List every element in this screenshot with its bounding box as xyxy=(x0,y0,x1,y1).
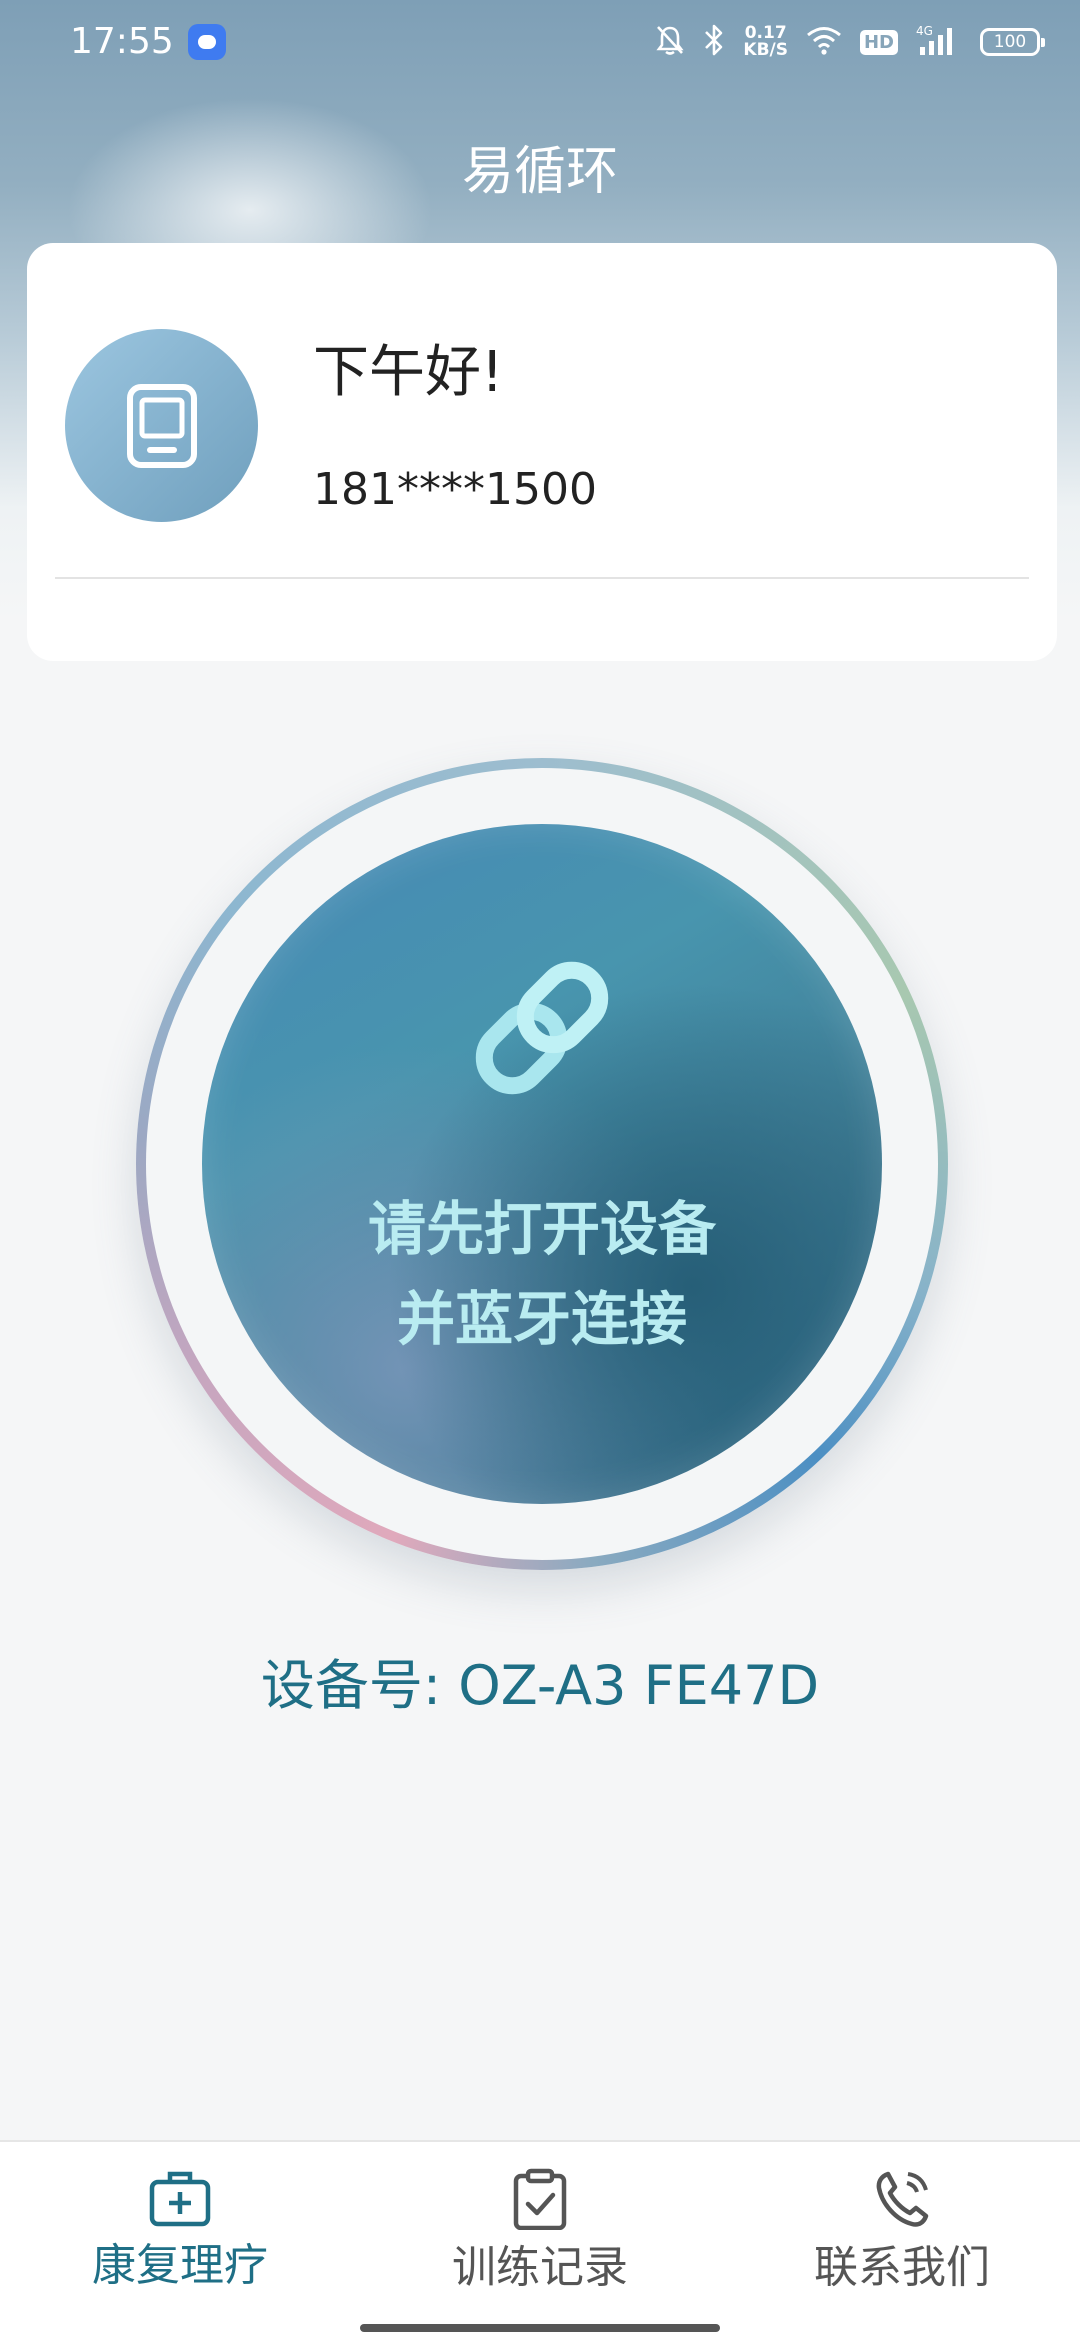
clipboard-check-icon xyxy=(513,2168,567,2230)
nav-label-rehab-therapy: 康复理疗 xyxy=(92,2240,268,2291)
card-divider xyxy=(55,577,1029,579)
avatar[interactable] xyxy=(65,329,258,522)
connect-button[interactable] xyxy=(202,824,882,1504)
device-number-label: 设备号: xyxy=(260,1654,442,1717)
phone-number: 181****1500 xyxy=(313,464,597,515)
link-icon xyxy=(475,961,609,1095)
connect-instruction: 请先打开设备 并蓝牙连接 xyxy=(202,1184,882,1364)
wifi-icon xyxy=(806,25,842,59)
phone-icon xyxy=(876,2171,929,2227)
connect-instruction-line-2: 并蓝牙连接 xyxy=(396,1285,687,1353)
status-icons: 0.17 KB/S HD 4G 100 xyxy=(655,18,1045,66)
network-speed-unit: KB/S xyxy=(743,40,788,60)
cloud-app-icon xyxy=(188,24,226,60)
device-icon xyxy=(126,383,197,468)
status-bar: 17:55 0.17 KB/S HD 4G 100 xyxy=(0,0,1080,84)
cellular-signal-icon: 4G xyxy=(916,23,962,61)
status-time: 17:55 xyxy=(70,21,174,62)
bluetooth-icon xyxy=(703,23,725,61)
device-number: 设备号: OZ-A3 FE47D xyxy=(0,1650,1080,1722)
mute-bell-icon xyxy=(655,24,685,60)
home-indicator[interactable] xyxy=(360,2324,720,2332)
nav-label-contact-us: 联系我们 xyxy=(814,2242,990,2293)
greeting-text: 下午好! xyxy=(313,340,504,405)
nav-tab-training-records[interactable]: 训练记录 xyxy=(390,2156,690,2306)
device-number-value: OZ-A3 FE47D xyxy=(458,1654,820,1717)
medical-kit-icon xyxy=(149,2171,211,2227)
network-speed: 0.17 KB/S xyxy=(743,25,788,59)
nav-label-training-records: 训练记录 xyxy=(452,2242,628,2293)
battery-indicator: 100 xyxy=(980,28,1045,56)
bottom-navigation: 康复理疗 训练记录 联系我们 xyxy=(0,2140,1080,2342)
nav-tab-rehab-therapy[interactable]: 康复理疗 xyxy=(30,2156,330,2306)
connect-instruction-line-1: 请先打开设备 xyxy=(367,1195,716,1263)
network-type-label: 4G xyxy=(916,24,933,38)
app-title: 易循环 xyxy=(461,142,618,202)
hd-badge: HD xyxy=(859,29,898,55)
user-card: 下午好! 181****1500 xyxy=(27,243,1057,661)
nav-tab-contact-us[interactable]: 联系我们 xyxy=(752,2156,1052,2306)
